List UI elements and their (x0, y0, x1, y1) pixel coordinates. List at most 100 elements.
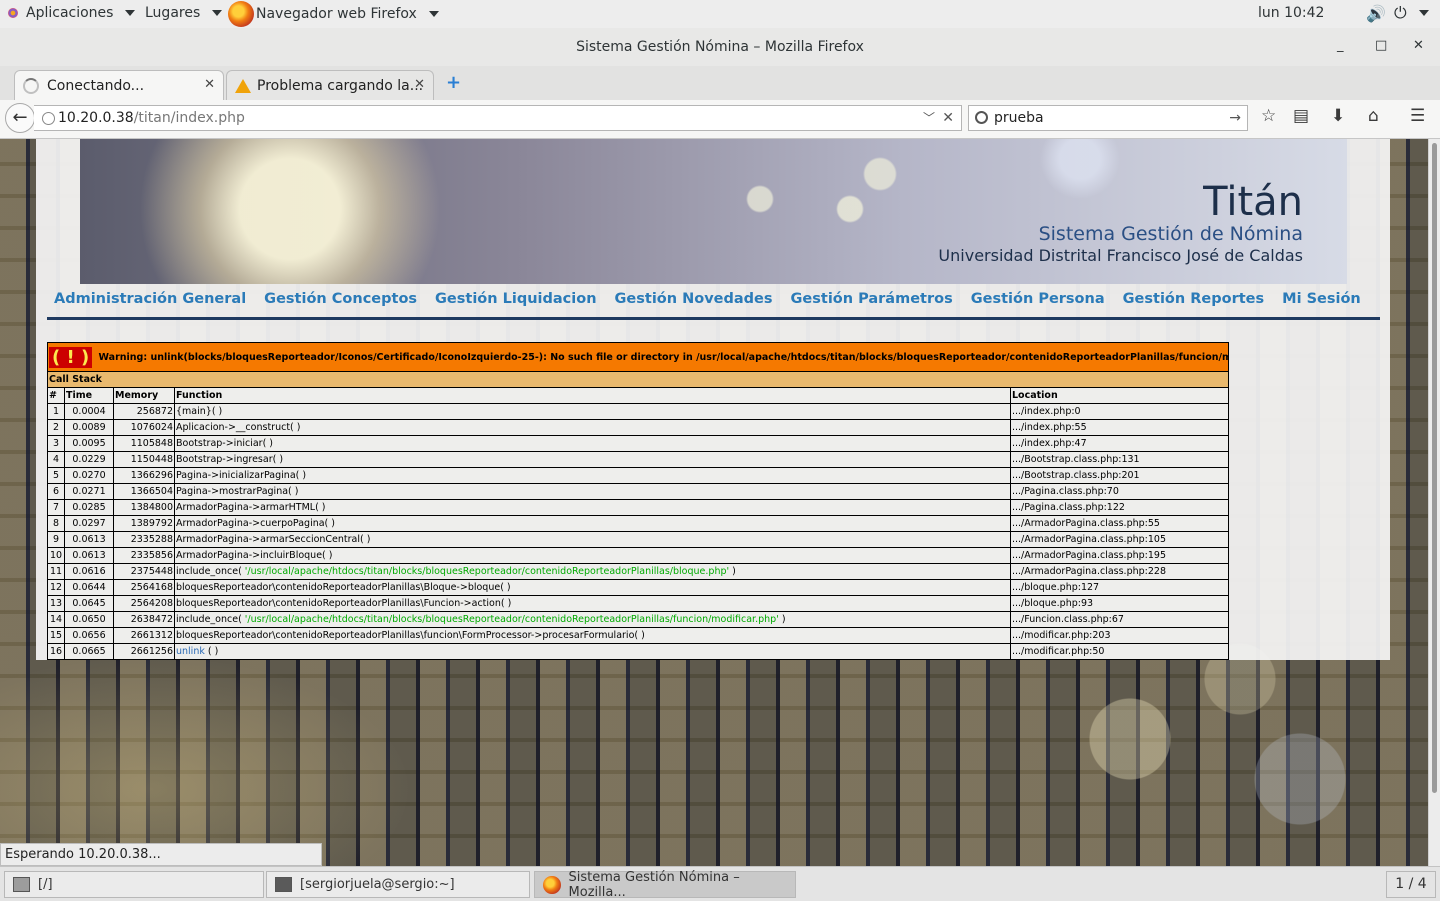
row-memory: 2375448 (113, 563, 175, 580)
table-row: 4 0.0229 1150448 Bootstrap->ingresar( ) .../… (47, 451, 1229, 468)
status-panel: Esperando 10.20.0.38... (0, 843, 322, 866)
row-memory: 1366296 (113, 467, 175, 484)
column-header: Function (174, 387, 1011, 404)
row-function: include_once( '/usr/local/apache/htdocs/… (174, 611, 1011, 628)
xdebug-error-table: ( ! ) Warning: unlink(blocks/bloquesRepo… (47, 342, 1229, 660)
history-dropdown-icon[interactable]: ﹀ (923, 106, 935, 130)
close-tab-icon[interactable]: ✕ (414, 77, 425, 92)
table-row: 10 0.0613 2335856 ArmadorPagina->incluirBlo… (47, 547, 1229, 564)
maximize-button[interactable]: □ (1375, 38, 1387, 53)
clock[interactable]: lun 10:42 (1258, 5, 1324, 21)
menu-administracion-general[interactable]: Administración General (54, 291, 246, 307)
url-host: 10.20.0.38 (58, 110, 134, 126)
column-header: Time (64, 387, 114, 404)
taskbar-label: Sistema Gestión Nómina – Mozilla... (568, 869, 740, 900)
row-location: .../index.php:55 (1010, 419, 1229, 436)
tab-problem-loading[interactable]: Problema cargando la... ✕ (226, 70, 434, 100)
hamburger-menu-icon[interactable]: ☰ (1410, 106, 1425, 126)
search-go-icon[interactable]: → (1229, 106, 1241, 130)
row-memory: 2638472 (113, 611, 175, 628)
function-name: ArmadorPagina->armarSeccionCentral( ) (176, 534, 371, 545)
applications-menu[interactable]: Aplicaciones (6, 5, 136, 21)
row-number: 14 (47, 611, 65, 628)
stop-button[interactable]: ✕ (942, 106, 954, 130)
function-name: bloquesReporteador\contenidoReporteadorP… (176, 598, 512, 609)
error-message: Warning: unlink(blocks/bloquesReporteado… (98, 351, 1229, 363)
taskbar-label: [/] (38, 877, 53, 892)
downloads-icon[interactable]: ⬇ (1331, 106, 1345, 126)
row-number: 4 (47, 451, 65, 468)
menu-gestion-parametros[interactable]: Gestión Parámetros (791, 291, 953, 307)
row-time: 0.0229 (64, 451, 114, 468)
workspace-pager[interactable]: 1 / 4 (1386, 871, 1436, 898)
taskbar-item-terminal[interactable]: [sergiorjuela@sergio:~] (266, 871, 530, 898)
menu-gestion-persona[interactable]: Gestión Persona (971, 291, 1105, 307)
scrollbar-thumb[interactable] (1432, 143, 1437, 793)
url-bar[interactable]: 10.20.0.38/titan/index.php ﹀ ✕ (34, 105, 962, 131)
site-identity-icon[interactable] (42, 112, 55, 125)
minimize-button[interactable]: _ (1337, 38, 1344, 53)
search-box[interactable]: prueba → (968, 105, 1248, 131)
power-icon[interactable]: ⏻ (1394, 3, 1429, 23)
loading-spinner-icon (23, 77, 39, 94)
row-location: .../bloque.php:127 (1010, 579, 1229, 596)
function-call-suffix: ( ) (204, 646, 219, 657)
function-name: bloquesReporteador\contenidoReporteadorP… (176, 630, 645, 641)
table-row: 11 0.0616 2375448 include_once( '/usr/local… (47, 563, 1229, 580)
function-name: ArmadorPagina->cuerpoPagina( ) (176, 518, 335, 529)
php-doc-link[interactable]: unlink (176, 646, 205, 657)
tab-connecting[interactable]: Conectando... ✕ (14, 70, 224, 100)
row-number: 12 (47, 579, 65, 596)
function-name: Bootstrap->ingresar( ) (176, 454, 284, 465)
firefox-icon (228, 1, 254, 27)
function-name: bloquesReporteador\contenidoReporteadorP… (176, 582, 511, 593)
menu-gestion-liquidacion[interactable]: Gestión Liquidacion (435, 291, 597, 307)
close-tab-icon[interactable]: ✕ (204, 77, 215, 92)
volume-icon[interactable]: 🔊 (1366, 4, 1386, 23)
places-menu[interactable]: Lugares (145, 5, 223, 21)
new-tab-button[interactable]: + (446, 72, 461, 93)
row-function: Bootstrap->ingresar( ) (174, 451, 1011, 468)
firefox-icon (543, 875, 561, 894)
taskbar-item-firefox[interactable]: Sistema Gestión Nómina – Mozilla... (534, 869, 796, 900)
function-name: Pagina->inicializarPagina( ) (176, 470, 307, 481)
row-location: .../bloque.php:93 (1010, 595, 1229, 612)
call-stack-body: 1 0.0004 256872 {main}( ) .../index.php:0 2 0.… (47, 403, 1229, 660)
error-message-cell: ( ! ) Warning: unlink(blocks/bloquesRepo… (47, 342, 1229, 372)
row-time: 0.0270 (64, 467, 114, 484)
window-title: Sistema Gestión Nómina – Mozilla Firefox (576, 39, 864, 55)
table-row: 7 0.0285 1384800 ArmadorPagina->armarHTML( … (47, 499, 1229, 516)
function-name: include_once( (176, 566, 242, 577)
back-button[interactable]: ← (5, 103, 35, 133)
row-location: .../Bootstrap.class.php:201 (1010, 467, 1229, 484)
page-scrollbar[interactable] (1428, 139, 1440, 866)
navigation-toolbar: ← 10.20.0.38/titan/index.php ﹀ ✕ prueba … (0, 100, 1440, 139)
menu-gestion-reportes[interactable]: Gestión Reportes (1123, 291, 1265, 307)
menu-gestion-novedades[interactable]: Gestión Novedades (615, 291, 773, 307)
row-time: 0.0089 (64, 419, 114, 436)
row-time: 0.0297 (64, 515, 114, 532)
row-number: 3 (47, 435, 65, 452)
bookmarks-menu-icon[interactable]: ▤ (1293, 106, 1309, 126)
taskbar-item-file-manager[interactable]: [/] (4, 871, 264, 898)
row-time: 0.0616 (64, 563, 114, 580)
bookmark-star-icon[interactable]: ☆ (1261, 106, 1276, 126)
row-function: {main}( ) (174, 403, 1011, 420)
file-manager-icon (13, 877, 30, 892)
row-location: .../modificar.php:50 (1010, 643, 1229, 660)
menu-mi-sesion[interactable]: Mi Sesión (1282, 291, 1361, 307)
close-window-button[interactable]: ✕ (1413, 38, 1424, 53)
taskbar-label: [sergiorjuela@sergio:~] (300, 877, 455, 892)
menu-gestion-conceptos[interactable]: Gestión Conceptos (264, 291, 417, 307)
table-row: 1 0.0004 256872 {main}( ) .../index.php:0 (47, 403, 1229, 420)
row-location: .../modificar.php:203 (1010, 627, 1229, 644)
row-location: .../index.php:47 (1010, 435, 1229, 452)
clock-label: lun 10:42 (1258, 5, 1325, 21)
chevron-down-icon (1418, 10, 1429, 16)
table-row: 13 0.0645 2564208 bloquesReporteador\conten… (47, 595, 1229, 612)
home-icon[interactable]: ⌂ (1368, 106, 1379, 126)
call-stack-label: Call Stack (47, 371, 1229, 388)
terminal-icon (275, 877, 292, 892)
active-app-menu[interactable]: Navegador web Firefox (228, 1, 439, 27)
function-argument: '/usr/local/apache/htdocs/titan/blocks/b… (241, 566, 730, 577)
